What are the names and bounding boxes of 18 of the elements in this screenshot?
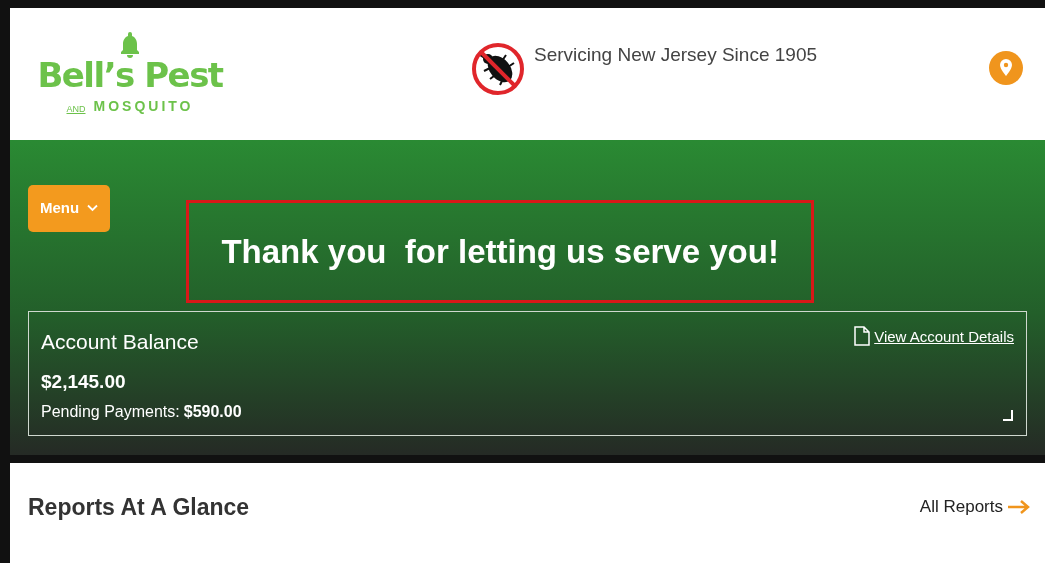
view-account-details-link[interactable]: View Account Details bbox=[874, 326, 1014, 349]
bell-icon bbox=[121, 31, 139, 58]
no-bug-icon bbox=[470, 41, 526, 97]
chevron-icon bbox=[87, 204, 99, 213]
pending-label: Pending Payments: bbox=[41, 402, 180, 422]
document-icon bbox=[854, 326, 871, 346]
section-title: Reports At A Glance bbox=[28, 492, 250, 522]
tagline: Servicing New Jersey Since 1905 bbox=[534, 43, 818, 67]
pending-amount: $590.00 bbox=[183, 402, 242, 422]
all-reports-link[interactable]: All Reports bbox=[919, 494, 1031, 520]
balance-amount: $2,145.00 bbox=[41, 369, 127, 394]
logo-conjunction: AND bbox=[66, 103, 86, 116]
card-title: Account Balance bbox=[41, 329, 200, 355]
resize-corner-icon[interactable] bbox=[1002, 409, 1014, 421]
logo-name: Bell’s Pest bbox=[37, 57, 223, 92]
headline: Thank you for letting us serve you! bbox=[186, 200, 815, 303]
arrow-right-icon bbox=[1007, 499, 1031, 515]
logo-subtitle: MOSQUITO bbox=[93, 96, 194, 116]
